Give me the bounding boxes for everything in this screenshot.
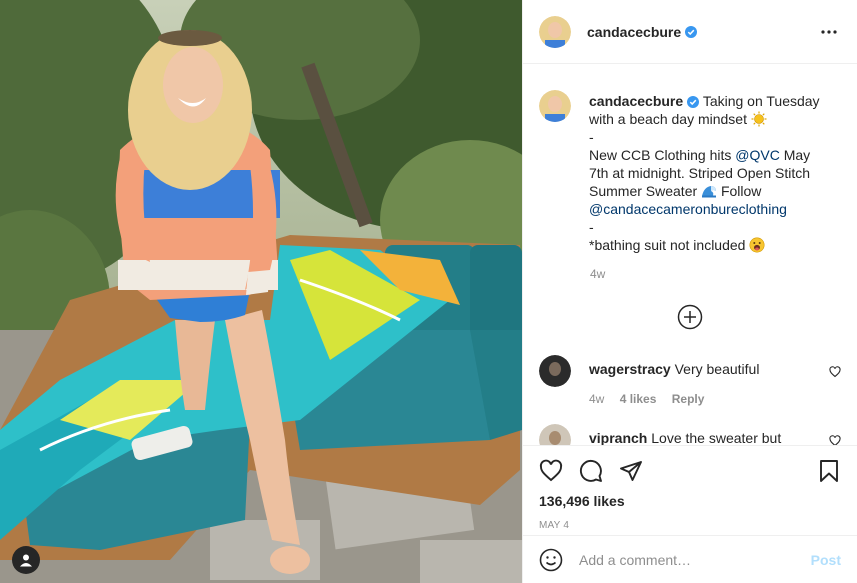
caption-line: - — [589, 129, 594, 145]
author-username[interactable]: candacecbure — [587, 24, 681, 40]
post-caption: candacecbure Taking on Tuesday with a be… — [539, 81, 841, 254]
plus-circle-icon[interactable] — [677, 304, 703, 330]
commenter-username[interactable]: wagerstracy — [589, 361, 671, 377]
share-icon[interactable] — [619, 459, 643, 483]
commenter-avatar[interactable] — [539, 424, 571, 445]
verified-badge-icon — [685, 25, 698, 38]
post-header: candacecbure — [523, 0, 857, 64]
commenter-username[interactable]: vipranch — [589, 430, 647, 445]
wave-emoji-icon — [702, 186, 717, 198]
comment-text: Very beautiful — [674, 361, 760, 377]
caption-username[interactable]: candacecbure — [589, 93, 683, 109]
author-avatar[interactable] — [539, 15, 571, 48]
bookmark-icon[interactable] — [817, 459, 841, 483]
like-heart-icon[interactable] — [539, 459, 563, 483]
load-more-comments[interactable] — [539, 304, 841, 330]
post-comment-button[interactable]: Post — [811, 552, 841, 568]
caption-line: - — [589, 219, 594, 235]
post-sidebar: candacecbure candacecbure Taking on Tues… — [522, 0, 857, 583]
add-comment-bar: Post — [523, 535, 857, 583]
post-actions: 136,496 likes MAY 4 — [523, 445, 857, 531]
tongue-face-emoji-icon — [749, 237, 765, 253]
heart-icon[interactable] — [829, 435, 841, 445]
likes-count[interactable]: 136,496 likes — [539, 493, 841, 509]
comment-input[interactable] — [579, 551, 811, 568]
more-options-button[interactable] — [817, 20, 841, 44]
caption-author-avatar[interactable] — [539, 90, 571, 122]
comment-age: 4w — [589, 392, 605, 406]
comment-reply-button[interactable]: Reply — [672, 392, 705, 406]
user-tag-icon[interactable] — [12, 546, 40, 574]
caption-line: Summer Sweater — [589, 183, 698, 199]
smile-icon[interactable] — [539, 548, 563, 572]
caption-line: 7th at midnight. Striped Open Stitch — [589, 165, 811, 181]
caption-line: with a beach day mindset — [589, 111, 747, 127]
caption-text: candacecbure Taking on Tuesday with a be… — [589, 92, 834, 254]
sun-emoji-icon — [751, 111, 767, 127]
comment-text: Love the sweater but — [651, 430, 782, 445]
post-image — [0, 0, 522, 583]
heart-icon[interactable] — [829, 366, 841, 378]
caption-line: *bathing suit not included — [589, 237, 746, 253]
comments-scroll-area[interactable]: candacecbure Taking on Tuesday with a be… — [523, 65, 857, 445]
comment-item: vipranch Love the sweater but — [539, 424, 841, 445]
caption-line: New CCB Clothing hits — [589, 147, 732, 163]
commenter-avatar[interactable] — [539, 355, 571, 387]
caption-line: May — [783, 147, 811, 163]
caption-age: 4w — [590, 267, 606, 281]
comment-icon[interactable] — [579, 459, 603, 483]
brand-mention-link[interactable]: @candacecameronbureclothing — [589, 200, 834, 218]
qvc-mention-link[interactable]: @QVC — [735, 147, 780, 163]
comment-item: wagerstracy Very beautiful 4w 4 likes Re… — [539, 355, 841, 408]
caption-line: Follow — [720, 183, 762, 199]
post-date[interactable]: MAY 4 — [539, 520, 841, 531]
comment-likes[interactable]: 4 likes — [620, 392, 657, 406]
caption-line: Taking on Tuesday — [702, 93, 820, 109]
post-photo[interactable] — [0, 0, 522, 583]
verified-badge-icon — [687, 96, 700, 108]
more-icon — [821, 29, 837, 34]
